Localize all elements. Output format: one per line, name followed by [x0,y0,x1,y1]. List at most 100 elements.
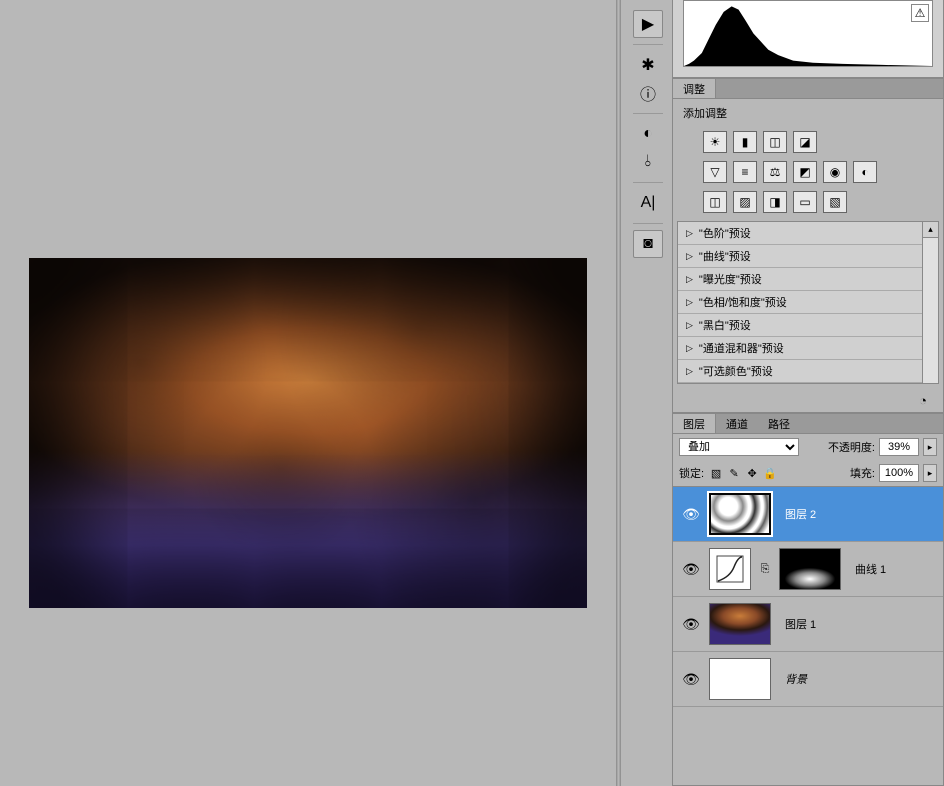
adjustment-thumbnail[interactable] [709,548,751,590]
layer-thumbnail[interactable] [709,603,771,645]
blend-mode-select[interactable]: 叠加 [679,438,799,456]
adjustment-icon-row-1: ☀ ▮ ◫ ◪ [693,127,943,157]
layers-panel: 图层 通道 路径 叠加 不透明度: ▸ 锁定: ▧ ✎ ✥ 🔒 填充: ▸ [672,413,944,786]
selective-color-icon[interactable]: ▧ [823,191,847,213]
curves-icon[interactable]: ◫ [763,131,787,153]
lock-all-icon[interactable]: 🔒 [762,466,778,480]
fill-label: 填充: [850,465,875,481]
visibility-toggle-icon[interactable]: 👁 [679,561,703,578]
preset-label: "色相/饱和度"预设 [699,294,787,310]
info-icon[interactable]: ⓘ [633,79,663,107]
preset-label: "通道混和器"预设 [699,340,784,356]
color-icon[interactable]: ◐ [633,120,663,148]
preset-channel-mixer[interactable]: ▷ "通道混和器"预设 [678,337,938,360]
posterize-icon[interactable]: ▨ [733,191,757,213]
chevron-right-icon: ▷ [686,320,693,331]
mask-thumbnail[interactable] [779,548,841,590]
lock-position-icon[interactable]: ✥ [744,466,760,480]
chevron-right-icon: ▷ [686,366,693,377]
photo-filter-icon[interactable]: ◉ [823,161,847,183]
tool-dock: ▶ ✱ ⓘ ◐ ⫰ A| ◙ [630,0,666,786]
visibility-toggle-icon[interactable]: 👁 [679,671,703,688]
connector-icon[interactable]: ⫰ [633,148,663,176]
histogram-display[interactable] [683,0,933,67]
opacity-input[interactable] [879,438,919,456]
lock-transparency-icon[interactable]: ▧ [708,466,724,480]
preset-scrollbar[interactable]: ▴ [922,222,938,383]
visibility-toggle-icon[interactable]: 👁 [679,506,703,523]
preset-label: "色阶"预设 [699,225,751,241]
histogram-warning-icon[interactable]: ⚠ [911,4,929,22]
preset-levels[interactable]: ▷ "色阶"预设 [678,222,938,245]
document-canvas[interactable] [29,258,587,608]
lock-paint-icon[interactable]: ✎ [726,466,742,480]
tab-channels[interactable]: 通道 [716,414,758,433]
layer-name-label[interactable]: 图层 2 [785,506,816,522]
chevron-right-icon: ▷ [686,343,693,354]
layer-item-layer2[interactable]: 👁 图层 2 [673,487,943,542]
helm-icon[interactable]: ✱ [633,51,663,79]
preset-hue-saturation[interactable]: ▷ "色相/饱和度"预设 [678,291,938,314]
channel-mixer-icon[interactable]: ◐ [853,161,877,183]
camera-icon[interactable]: ◙ [633,230,663,258]
preset-label: "黑白"预设 [699,317,751,333]
fill-input[interactable] [879,464,919,482]
tab-adjustments[interactable]: 调整 [673,79,716,98]
color-balance-icon[interactable]: ⚖ [763,161,787,183]
scroll-up-icon[interactable]: ▴ [923,222,938,238]
dock-separator [633,113,663,114]
layer-name-label[interactable]: 曲线 1 [855,561,886,577]
layer-item-curves1[interactable]: 👁 ⎘ 曲线 1 [673,542,943,597]
chevron-right-icon: ▷ [686,297,693,308]
layer-thumbnail[interactable] [709,493,771,535]
link-icon[interactable]: ⎘ [757,563,773,576]
visibility-toggle-icon[interactable]: 👁 [679,616,703,633]
adjustments-title: 添加调整 [673,99,943,127]
fill-flyout-icon[interactable]: ▸ [923,464,937,482]
levels-icon[interactable]: ▮ [733,131,757,153]
threshold-icon[interactable]: ◨ [763,191,787,213]
preset-selective-color[interactable]: ▷ "可选颜色"预设 [678,360,938,383]
gradient-map-icon[interactable]: ▭ [793,191,817,213]
exposure-icon[interactable]: ◪ [793,131,817,153]
layer-thumbnail[interactable] [709,658,771,700]
preset-label: "可选颜色"预设 [699,363,773,379]
adjustment-icon-row-3: ◫ ▨ ◨ ▭ ▧ [693,187,943,217]
dock-separator [633,182,663,183]
layer-lock-row: 锁定: ▧ ✎ ✥ 🔒 填充: ▸ [673,460,943,487]
adjustments-footer: ◔ [673,388,943,412]
preset-label: "曲线"预设 [699,248,751,264]
adjustment-icon-row-2: ▽ ≡ ⚖ ◩ ◉ ◐ [693,157,943,187]
hue-saturation-icon[interactable]: ≡ [733,161,757,183]
layer-item-background[interactable]: 👁 背景 [673,652,943,707]
invert-icon[interactable]: ◫ [703,191,727,213]
dock-separator [633,223,663,224]
preset-black-white[interactable]: ▷ "黑白"预设 [678,314,938,337]
adjustments-panel: 调整 添加调整 ☀ ▮ ◫ ◪ ▽ ≡ ⚖ ◩ ◉ ◐ ◫ ▨ ◨ ▭ ▧ ▷ "… [672,78,944,413]
tab-paths[interactable]: 路径 [758,414,800,433]
preset-curves[interactable]: ▷ "曲线"预设 [678,245,938,268]
black-white-icon[interactable]: ◩ [793,161,817,183]
preset-label: "曝光度"预设 [699,271,762,287]
layer-name-label[interactable]: 背景 [785,671,807,687]
layers-tab-bar: 图层 通道 路径 [673,414,943,434]
chevron-right-icon: ▷ [686,251,693,262]
text-icon[interactable]: A| [633,189,663,217]
panel-divider[interactable] [616,0,621,786]
lock-label: 锁定: [679,465,704,481]
lock-icons-group: ▧ ✎ ✥ 🔒 [708,466,778,480]
histogram-panel: ⚠ [672,0,944,78]
opacity-label: 不透明度: [828,439,875,455]
mask-toggle-icon[interactable]: ◔ [913,392,933,408]
layer-name-label[interactable]: 图层 1 [785,616,816,632]
brightness-contrast-icon[interactable]: ☀ [703,131,727,153]
layer-item-layer1[interactable]: 👁 图层 1 [673,597,943,652]
vibrance-icon[interactable]: ▽ [703,161,727,183]
tab-layers[interactable]: 图层 [673,414,716,433]
opacity-flyout-icon[interactable]: ▸ [923,438,937,456]
play-icon[interactable]: ▶ [633,10,663,38]
preset-list: ▷ "色阶"预设 ▷ "曲线"预设 ▷ "曝光度"预设 ▷ "色相/饱和度"预设 ▷ "黑… [677,221,939,384]
chevron-right-icon: ▷ [686,274,693,285]
chevron-right-icon: ▷ [686,228,693,239]
preset-exposure[interactable]: ▷ "曝光度"预设 [678,268,938,291]
